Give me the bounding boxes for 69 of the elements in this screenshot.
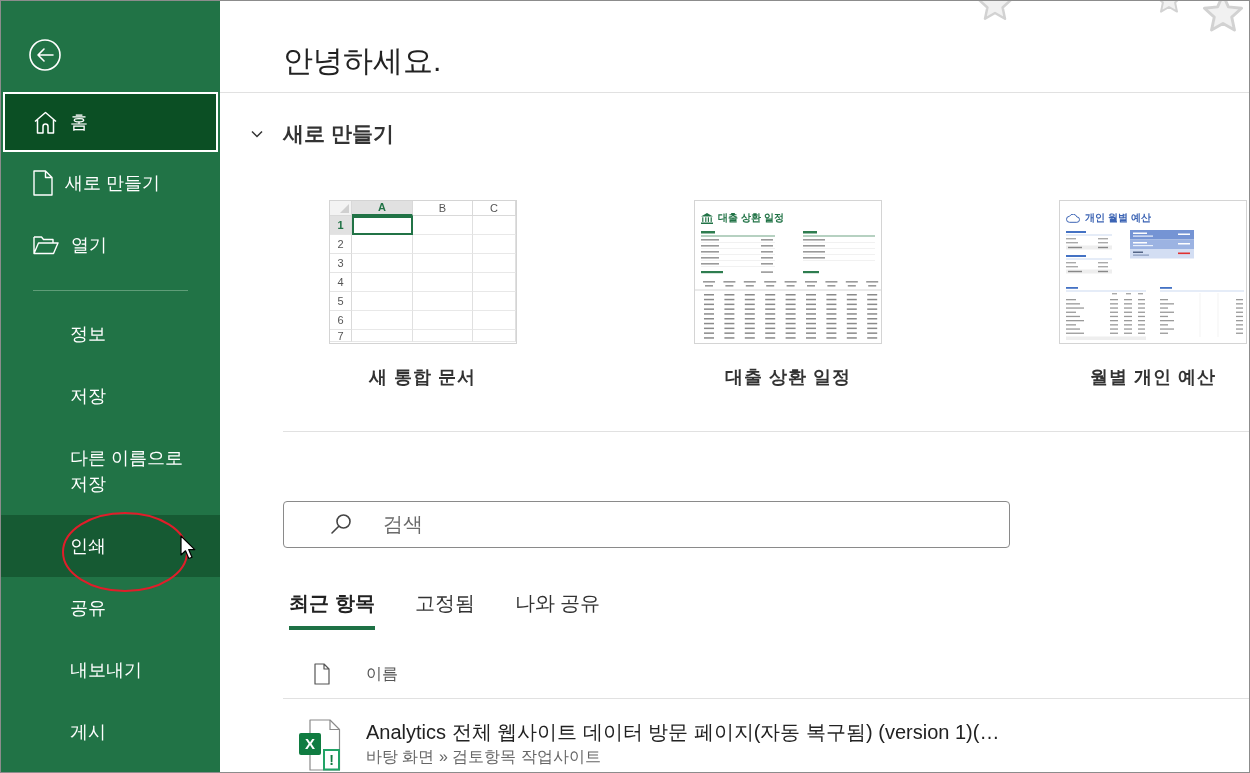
- row-number: 4: [330, 273, 352, 292]
- file-icon: [314, 663, 330, 685]
- row-number: 6: [330, 311, 352, 330]
- template-thumbnail[interactable]: 대출 상환 일정: [694, 200, 882, 344]
- file-name[interactable]: Analytics 전체 웹사이트 데이터 방문 페이지(자동 복구됨) (version 1)(…: [366, 719, 1000, 745]
- column-letter: C: [473, 201, 516, 216]
- row-number: 5: [330, 292, 352, 311]
- search-field[interactable]: 검색: [283, 501, 1010, 548]
- cloud-icon: [1066, 213, 1080, 223]
- grid-cell: [413, 330, 473, 342]
- grid-cell: [473, 330, 516, 342]
- grid-cell: [473, 292, 516, 311]
- template-name: 새 통합 문서: [369, 366, 477, 389]
- file-location: 바탕 화면 » 검토항목 작업사이트: [366, 747, 602, 767]
- greeting-title: 안녕하세요.: [283, 43, 443, 79]
- nav-item[interactable]: 다른 이름으로 저장: [1, 427, 220, 515]
- document-icon: [33, 170, 53, 196]
- template-name: 대출 상환 일정: [725, 366, 851, 389]
- home-icon: [33, 109, 58, 135]
- grid-cell: [413, 235, 473, 254]
- active-cell: [352, 216, 413, 235]
- tab[interactable]: 나와 공유: [514, 589, 601, 630]
- grid-cell: [352, 273, 413, 292]
- row-number: 1: [330, 216, 352, 235]
- grid-cell: [473, 254, 516, 273]
- nav-item[interactable]: 열기: [1, 214, 220, 276]
- template-thumbnail[interactable]: A B C 1 2 3 4 5 6 7: [329, 200, 517, 344]
- template-name: 월별 개인 예산: [1090, 366, 1216, 389]
- preview-title: 대출 상환 일정: [718, 212, 784, 224]
- star-icon: [1200, 1, 1246, 35]
- column-letter: B: [413, 201, 473, 216]
- grid-cell: [413, 216, 473, 235]
- bank-icon: [701, 212, 713, 224]
- column-letter: A: [352, 201, 413, 216]
- grid-cell: [352, 292, 413, 311]
- nav-item[interactable]: 홈: [3, 92, 218, 152]
- nav-item[interactable]: 공유: [1, 577, 220, 639]
- grid-cell: [413, 254, 473, 273]
- grid-cell: [473, 216, 516, 235]
- nav-item[interactable]: 새로 만들기: [1, 152, 220, 214]
- mouse-pointer-icon: [180, 535, 197, 560]
- grid-cell: [473, 273, 516, 292]
- nav-item[interactable]: 내보내기: [1, 639, 220, 701]
- template-thumbnail[interactable]: 개인 월별 예산: [1059, 200, 1247, 344]
- grid-cell: [413, 292, 473, 311]
- back-button[interactable]: [28, 38, 62, 72]
- grid-cell: [413, 273, 473, 292]
- search-icon: [330, 513, 352, 535]
- section-toggle[interactable]: 새로 만들기: [250, 120, 394, 148]
- grid-cell: [352, 311, 413, 330]
- grid-cell: [413, 311, 473, 330]
- row-number: 2: [330, 235, 352, 254]
- grid-cell: [352, 330, 413, 342]
- grid-cell: [473, 311, 516, 330]
- grid-cell: [352, 254, 413, 273]
- nav-item[interactable]: 정보: [1, 303, 220, 365]
- nav-item[interactable]: 게시: [1, 701, 220, 763]
- grid-cell: [352, 235, 413, 254]
- preview-title: 개인 월별 예산: [1085, 212, 1151, 224]
- folder-icon: [33, 235, 59, 255]
- column-header: 이름: [366, 664, 398, 684]
- tab[interactable]: 최근 항목: [289, 589, 375, 630]
- row-number: 3: [330, 254, 352, 273]
- nav-item[interactable]: 인쇄: [1, 515, 220, 577]
- grid-cell: [473, 235, 516, 254]
- corner-triangle-icon: [340, 204, 349, 213]
- nav-item[interactable]: 저장: [1, 365, 220, 427]
- row-number: 7: [330, 330, 352, 342]
- tab[interactable]: 고정됨: [414, 589, 475, 630]
